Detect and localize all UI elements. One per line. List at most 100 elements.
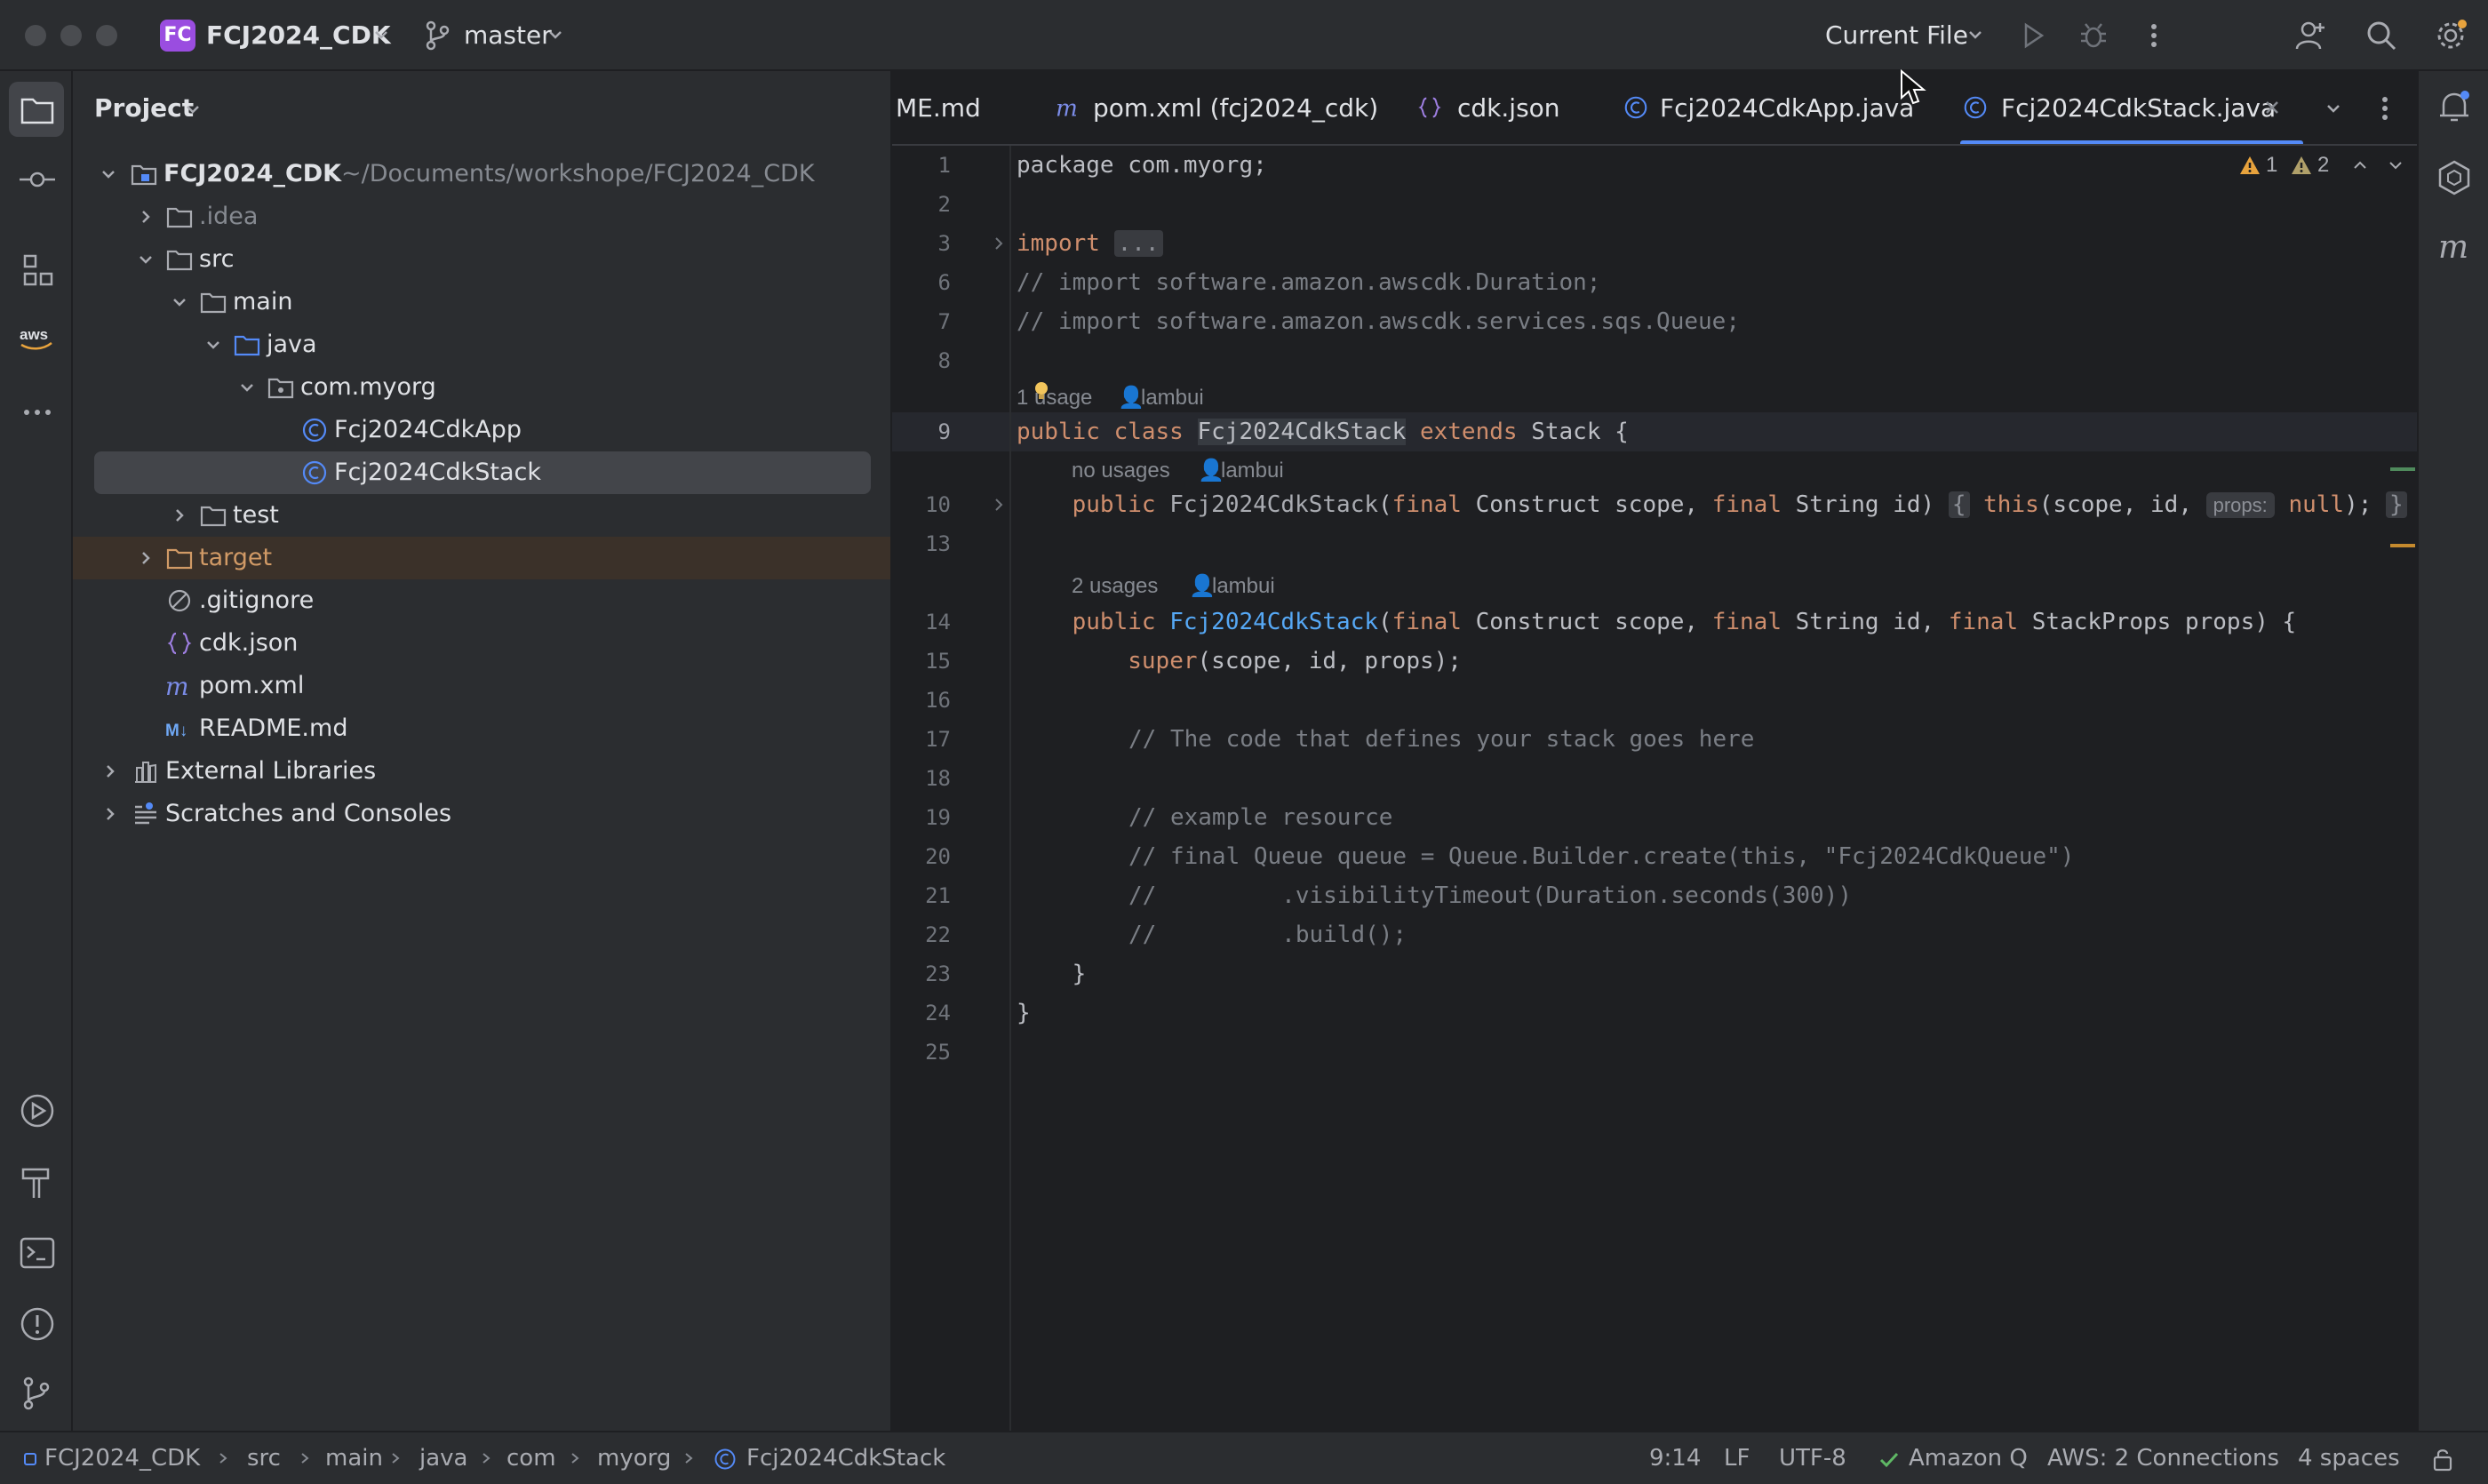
tree-item-cdk-json[interactable]: cdk.json — [73, 622, 890, 665]
indent-setting[interactable]: 4 spaces — [2298, 1443, 2400, 1473]
tree-item-java[interactable]: java — [73, 323, 890, 366]
minimize-window-button[interactable] — [60, 25, 82, 46]
chevron-right-icon[interactable] — [135, 547, 156, 569]
code-editor[interactable]: 1 2 3 6 7 8 9 10 13 14 15 16 17 18 19 20… — [892, 146, 2417, 1431]
breadcrumb-item[interactable]: myorg — [597, 1443, 671, 1473]
usage-hint[interactable]: 2 usages — [1072, 570, 1158, 602]
amazon-q-status[interactable]: Amazon Q — [1909, 1443, 2028, 1473]
warning-count[interactable]: 1 — [2266, 149, 2277, 181]
branch-switcher[interactable]: master — [464, 20, 552, 52]
folded-imports[interactable]: ... — [1113, 230, 1163, 257]
close-window-button[interactable] — [25, 25, 46, 46]
chevron-down-icon[interactable] — [2323, 98, 2344, 119]
tree-item-root[interactable]: FCJ2024_CDK ~/Documents/workshope/FCJ202… — [73, 153, 890, 195]
build-hammer-icon[interactable] — [18, 1162, 57, 1201]
tree-item-package[interactable]: com.myorg — [73, 366, 890, 409]
structure-icon[interactable] — [18, 251, 57, 290]
more-tools-icon[interactable] — [18, 393, 57, 432]
breadcrumb-item[interactable]: main — [325, 1443, 383, 1473]
settings-gear-icon[interactable] — [2433, 18, 2468, 53]
tree-item-src[interactable]: src — [73, 238, 890, 281]
breadcrumb-item[interactable]: Fcj2024CdkStack — [746, 1443, 945, 1473]
lightbulb-icon[interactable] — [1033, 380, 1050, 402]
panel-title[interactable]: Project — [94, 92, 194, 124]
tree-item-pom[interactable]: m pom.xml — [73, 665, 890, 707]
tab-label: pom.xml (fcj2024_cdk) — [1093, 93, 1379, 123]
git-branch-icon[interactable] — [423, 20, 451, 52]
close-tab-icon[interactable] — [2262, 98, 2282, 117]
tab-pom-xml[interactable]: m pom.xml (fcj2024_cdk) — [1049, 71, 1378, 144]
weak-warning-count[interactable]: 2 — [2317, 149, 2329, 181]
project-switcher[interactable]: FCJ2024_CDK — [206, 20, 391, 52]
maximize-window-button[interactable] — [96, 25, 117, 46]
usage-hint[interactable]: no usages — [1072, 455, 1170, 487]
git-icon[interactable] — [18, 1374, 57, 1413]
notifications-bell-icon[interactable] — [2435, 87, 2474, 126]
lock-icon[interactable] — [2431, 1447, 2454, 1472]
chevron-down-icon[interactable] — [1966, 25, 1985, 44]
tree-item-test[interactable]: test — [73, 494, 890, 537]
chevron-down-icon[interactable] — [98, 164, 119, 185]
tree-item-stack-class[interactable]: Fcj2024CdkStack — [73, 451, 890, 494]
chevron-down-icon[interactable] — [203, 334, 224, 355]
fold-expand-icon[interactable] — [990, 235, 1008, 252]
chevron-right-icon[interactable] — [135, 206, 156, 227]
chevron-down-icon[interactable] — [236, 377, 258, 398]
maven-icon[interactable]: m — [2435, 227, 2474, 267]
chevron-right-icon[interactable] — [169, 505, 190, 526]
chevron-down-icon[interactable] — [371, 25, 391, 44]
breadcrumb-item[interactable]: com — [506, 1443, 556, 1473]
tree-item-app-class[interactable]: Fcj2024CdkApp — [73, 409, 890, 451]
run-icon[interactable] — [2015, 18, 2051, 53]
svg-text:aws: aws — [20, 326, 48, 343]
tab-label: cdk.json — [1457, 93, 1560, 123]
add-user-icon[interactable] — [2293, 18, 2328, 53]
chevron-down-icon[interactable] — [2387, 156, 2404, 174]
chevron-down-icon[interactable] — [546, 25, 565, 44]
terminal-icon[interactable] — [18, 1233, 57, 1273]
file-encoding[interactable]: UTF-8 — [1779, 1443, 1846, 1473]
run-config-selector[interactable]: Current File — [1825, 20, 1968, 52]
chevron-up-icon[interactable] — [2351, 156, 2369, 174]
chevron-down-icon[interactable] — [183, 100, 203, 119]
tree-item-scratches[interactable]: Scratches and Consoles — [73, 793, 890, 835]
aws-icon[interactable]: aws — [18, 318, 57, 357]
author-hint[interactable]: lambui — [1141, 382, 1204, 414]
weak-warning-icon[interactable] — [2291, 155, 2312, 176]
usage-hint[interactable]: 1 usage — [1017, 382, 1092, 414]
author-hint[interactable]: lambui — [1212, 570, 1275, 602]
caret-position[interactable]: 9:14 — [1649, 1443, 1701, 1473]
tree-item-readme[interactable]: M↓ README.md — [73, 707, 890, 750]
tab-cdk-json[interactable]: cdk.json — [1416, 71, 1576, 144]
chevron-right-icon[interactable] — [100, 761, 121, 782]
commit-icon[interactable] — [18, 160, 57, 199]
chevron-right-icon[interactable] — [100, 803, 121, 825]
search-icon[interactable] — [2364, 18, 2399, 53]
debug-icon[interactable] — [2076, 18, 2111, 53]
tab-more-icon[interactable] — [2371, 92, 2399, 124]
project-badge[interactable]: FC — [160, 20, 195, 52]
warning-icon[interactable] — [2239, 155, 2261, 176]
tree-item-idea[interactable]: .idea — [73, 195, 890, 238]
tab-stack-java[interactable]: Fcj2024CdkStack.java — [1960, 71, 2303, 144]
chevron-down-icon[interactable] — [135, 249, 156, 270]
tree-item-external-libraries[interactable]: External Libraries — [73, 750, 890, 793]
author-hint[interactable]: lambui — [1221, 455, 1284, 487]
breadcrumb-item[interactable]: src — [247, 1443, 281, 1473]
chevron-down-icon[interactable] — [169, 291, 190, 313]
services-run-icon[interactable] — [18, 1091, 57, 1130]
tree-item-gitignore[interactable]: .gitignore — [73, 579, 890, 622]
tree-item-main[interactable]: main — [73, 281, 890, 323]
aws-toolkit-icon[interactable] — [2435, 158, 2474, 197]
aws-connections[interactable]: AWS: 2 Connections — [2047, 1443, 2279, 1473]
more-actions-icon[interactable] — [2136, 18, 2172, 53]
breadcrumb-item[interactable]: FCJ2024_CDK — [44, 1443, 200, 1473]
tab-app-java[interactable]: Fcj2024CdkApp.java — [1623, 71, 1916, 144]
project-folder-icon[interactable] — [18, 91, 57, 130]
line-separator[interactable]: LF — [1724, 1443, 1750, 1473]
tree-item-target[interactable]: target — [73, 537, 890, 579]
breadcrumb-item[interactable]: java — [419, 1443, 467, 1473]
tab-readme[interactable]: ME.md — [892, 71, 1025, 144]
fold-expand-icon[interactable] — [990, 496, 1008, 514]
problems-icon[interactable] — [18, 1304, 57, 1344]
